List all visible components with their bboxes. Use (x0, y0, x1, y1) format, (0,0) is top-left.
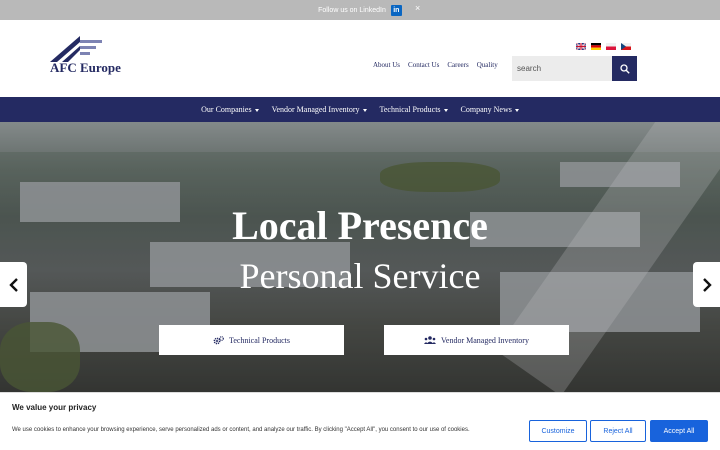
nav-about-us[interactable]: About Us (373, 61, 400, 69)
nav-careers[interactable]: Careers (447, 61, 468, 69)
cookie-title: We value your privacy (12, 403, 97, 412)
german-flag-icon[interactable] (591, 43, 601, 50)
afc-logo[interactable]: AFC Europe (48, 36, 138, 80)
cookie-text: We use cookies to enhance your browsing … (12, 427, 470, 433)
accept-all-button[interactable]: Accept All (650, 420, 708, 442)
caret-down-icon (443, 108, 448, 112)
customize-button[interactable]: Customize (529, 420, 587, 442)
search-icon (619, 63, 630, 74)
linkedin-icon[interactable]: in (390, 4, 402, 16)
logo-text: AFC Europe (50, 60, 121, 75)
nav-quality[interactable]: Quality (477, 61, 498, 69)
hero-subheadline: Personal Service (239, 256, 481, 296)
reject-all-button[interactable]: Reject All (590, 420, 646, 442)
linkedin-follow-text[interactable]: Follow us on LinkedIn (318, 7, 386, 14)
cookie-consent-banner: We value your privacy We use cookies to … (0, 392, 720, 450)
chevron-left-icon (8, 277, 18, 292)
nav-technical-products[interactable]: Technical Products (380, 105, 448, 114)
nav-our-companies[interactable]: Our Companies (201, 105, 259, 114)
main-nav: Our Companies Vendor Managed Inventory T… (0, 97, 720, 122)
slider-prev-button[interactable] (0, 262, 27, 307)
nav-contact-us[interactable]: Contact Us (408, 61, 439, 69)
hero-headline: Local Presence (232, 203, 488, 248)
cta-label: Vendor Managed Inventory (441, 335, 529, 345)
cta-label: Technical Products (229, 335, 290, 345)
vendor-managed-inventory-button[interactable]: Vendor Managed Inventory (384, 325, 569, 355)
site-header: AFC Europe About Us Contact Us Careers Q… (0, 20, 720, 97)
hero-slider: Local Presence Personal Service Technica… (0, 122, 720, 392)
top-bar: Follow us on LinkedIn in × (0, 0, 720, 20)
nav-label: Our Companies (201, 105, 252, 114)
top-nav: About Us Contact Us Careers Quality (373, 61, 498, 69)
nav-vendor-managed-inventory[interactable]: Vendor Managed Inventory (272, 105, 367, 114)
caret-down-icon (514, 108, 519, 112)
nav-label: Vendor Managed Inventory (271, 105, 360, 114)
caret-down-icon (254, 108, 259, 112)
nav-company-news[interactable]: Company News (461, 105, 519, 114)
slider-next-button[interactable] (693, 262, 720, 307)
chevron-right-icon (702, 277, 712, 292)
czech-flag-icon[interactable] (621, 43, 631, 50)
search-input[interactable] (512, 56, 613, 81)
users-icon (424, 336, 436, 344)
gears-icon (213, 335, 224, 344)
nav-label: Company News (460, 105, 512, 114)
technical-products-button[interactable]: Technical Products (159, 325, 344, 355)
caret-down-icon (362, 108, 367, 112)
search-button[interactable] (612, 56, 637, 81)
nav-label: Technical Products (379, 105, 441, 114)
polish-flag-icon[interactable] (606, 43, 616, 50)
logo-mark-icon (50, 36, 102, 62)
uk-flag-icon[interactable] (576, 43, 586, 50)
language-flags (576, 43, 631, 50)
close-topbar-button[interactable]: × (415, 3, 420, 13)
